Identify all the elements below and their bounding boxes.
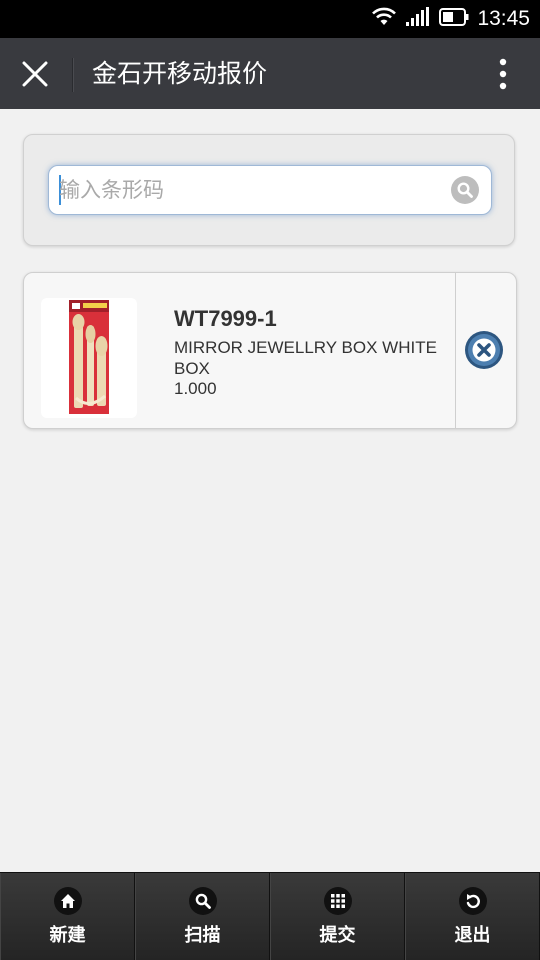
- grid-icon: [323, 887, 352, 915]
- page-title: 金石开移动报价: [92, 59, 268, 88]
- remove-item-button[interactable]: [464, 330, 504, 370]
- more-menu-button[interactable]: [488, 52, 518, 96]
- scan-button[interactable]: 扫描: [135, 873, 270, 960]
- status-icons: 13:45: [371, 0, 530, 38]
- bottom-toolbar: 新建 扫描 提交 退出: [0, 872, 540, 960]
- new-label: 新建: [49, 925, 86, 946]
- submit-button[interactable]: 提交: [270, 873, 405, 960]
- remove-circle-icon: [465, 331, 503, 369]
- product-name: MIRROR JEWELLRY BOX WHITE BOX: [174, 338, 437, 378]
- status-time: 13:45: [477, 7, 530, 30]
- scan-label: 扫描: [184, 925, 221, 946]
- signal-icon: [405, 7, 431, 31]
- search-box: [48, 165, 492, 215]
- exit-button[interactable]: 退出: [405, 873, 540, 960]
- product-list-item[interactable]: WT7999-1 MIRROR JEWELLRY BOX WHITE BOX 1…: [23, 272, 517, 429]
- submit-label: 提交: [319, 925, 356, 946]
- close-icon: [22, 61, 48, 87]
- wifi-icon: [371, 7, 397, 31]
- search-button[interactable]: [451, 176, 479, 204]
- search-icon: [457, 182, 473, 198]
- more-vertical-icon: [499, 58, 507, 90]
- product-code: WT7999-1: [174, 306, 277, 331]
- card-divider: [455, 273, 456, 428]
- barcode-search-input[interactable]: [59, 172, 439, 208]
- status-bar: 13:45: [0, 0, 540, 38]
- title-divider: [72, 58, 74, 92]
- exit-label: 退出: [454, 925, 491, 946]
- title-bar: 金石开移动报价: [0, 38, 540, 109]
- product-image: [41, 298, 137, 418]
- close-button[interactable]: [12, 52, 58, 96]
- product-quantity: 1.000: [174, 379, 217, 398]
- search-panel: [23, 134, 515, 246]
- undo-icon: [458, 887, 487, 915]
- home-icon: [53, 887, 82, 915]
- new-button[interactable]: 新建: [0, 873, 135, 960]
- battery-icon: [439, 8, 469, 30]
- search-icon: [188, 887, 217, 915]
